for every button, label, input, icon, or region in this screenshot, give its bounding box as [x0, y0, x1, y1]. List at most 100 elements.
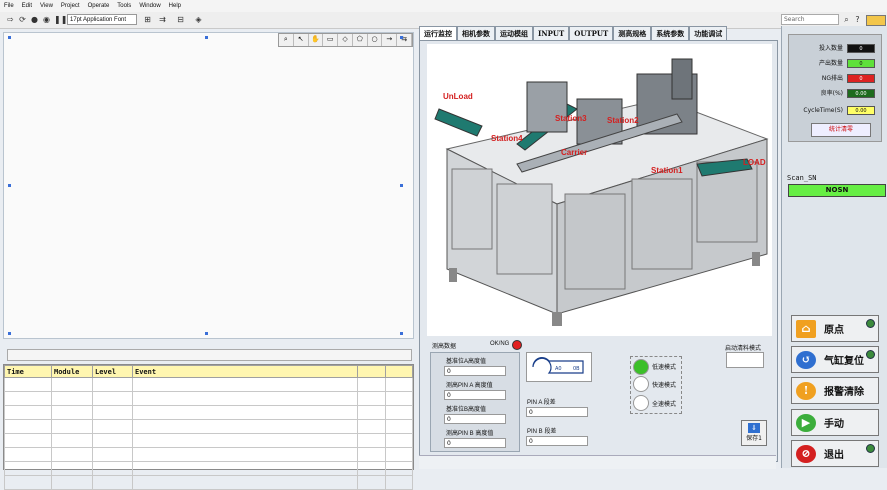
selection-handle[interactable]	[205, 332, 208, 335]
stop-icon: ⊘	[796, 444, 816, 463]
label-carrier: Carrier	[561, 148, 588, 157]
mode-fast-radio[interactable]	[633, 376, 649, 392]
pin-b-diff-value[interactable]: 0	[526, 436, 588, 446]
measure-title: 测高数据	[432, 344, 457, 350]
selection-handle[interactable]	[8, 184, 11, 187]
menu-project[interactable]: Project	[57, 3, 84, 9]
alarm-clear-button[interactable]: ! 报警清除	[791, 377, 879, 404]
count-ng-row: NG排出 0	[789, 73, 881, 84]
reorder-icon[interactable]: ◈	[194, 15, 203, 24]
tab-input[interactable]: INPUT	[533, 26, 570, 40]
table-row[interactable]	[4, 405, 413, 420]
search-icon[interactable]: ⌕	[842, 15, 851, 24]
svg-text:0B: 0B	[573, 366, 580, 372]
table-row[interactable]	[4, 419, 413, 434]
count-ng-value: 0	[847, 74, 875, 83]
font-select[interactable]: 17pt Application Font	[67, 14, 137, 25]
pin-b-value[interactable]: 0	[444, 438, 506, 448]
tab-system-params[interactable]: 系统参数	[651, 26, 690, 40]
mode-full-radio[interactable]	[633, 395, 649, 411]
menu-operate[interactable]: Operate	[84, 3, 114, 9]
count-output-value: 0	[847, 59, 875, 68]
polygon-icon[interactable]: ⬠	[353, 34, 368, 46]
status-strip	[419, 455, 776, 469]
image-display[interactable]	[3, 32, 414, 339]
clear-mode-toggle[interactable]	[726, 352, 764, 368]
stop-icon[interactable]: ◉	[42, 15, 51, 24]
selection-handle[interactable]	[8, 36, 11, 39]
count-cycle-value: 0.00	[847, 106, 875, 115]
base-b-value[interactable]: 0	[444, 414, 506, 424]
stat-clear-button[interactable]: 统计清零	[811, 123, 871, 137]
selection-handle[interactable]	[400, 332, 403, 335]
tab-run-monitor[interactable]: 运行监控	[419, 26, 457, 40]
event-log-table: Time Module Level Event	[3, 364, 414, 490]
menu-view[interactable]: View	[36, 3, 57, 9]
table-row[interactable]	[4, 377, 413, 392]
tab-function-debug[interactable]: 功能调试	[689, 26, 728, 40]
table-row[interactable]	[4, 391, 413, 406]
abort-icon[interactable]: ●	[30, 15, 39, 24]
tab-camera-params[interactable]: 相机参数	[457, 26, 495, 40]
count-ng-label: NG排出	[821, 75, 843, 82]
manual-label: 手动	[824, 419, 844, 430]
exit-button[interactable]: ⊘ 退出	[791, 440, 879, 467]
rotated-rect-icon[interactable]: ◇	[338, 34, 353, 46]
table-row[interactable]	[4, 447, 413, 462]
mode-low-radio[interactable]	[633, 359, 649, 375]
help-icon[interactable]: ?	[853, 15, 862, 24]
selection-handle[interactable]	[8, 332, 11, 335]
count-cycle-row: CycleTime(S) 0.00	[789, 105, 881, 116]
run-arrow-icon[interactable]: ⇨	[6, 15, 15, 24]
selection-handle[interactable]	[400, 36, 403, 39]
line-icon[interactable]: →	[382, 34, 398, 46]
rectangle-icon[interactable]: ▭	[323, 34, 339, 46]
base-a-label: 基准位A高度值	[446, 359, 487, 365]
home-button[interactable]: ⌂ 原点	[791, 315, 879, 342]
circle-icon[interactable]: ○	[368, 34, 383, 46]
label-station1: Station1	[651, 166, 683, 175]
search-input[interactable]: Search	[781, 14, 839, 25]
pause-icon[interactable]: ❚❚	[54, 15, 67, 24]
menu-file[interactable]: File	[0, 3, 18, 9]
pin-a-diff-label: PIN A 段差	[527, 400, 556, 406]
run-continuous-icon[interactable]: ⟳	[18, 15, 27, 24]
cylinder-reset-button[interactable]: ↺ 气缸复位	[791, 346, 879, 373]
svg-text:A0: A0	[555, 366, 562, 372]
distribute-icon[interactable]: ⇉	[158, 15, 167, 24]
menu-edit[interactable]: Edit	[18, 3, 36, 9]
count-input-value: 0	[847, 44, 875, 53]
manual-button[interactable]: ▶ 手动	[791, 409, 879, 436]
count-yield-label: 良率(%)	[820, 90, 843, 97]
table-row[interactable]	[4, 475, 413, 490]
selection-handle[interactable]	[205, 36, 208, 39]
base-a-value[interactable]: 0	[444, 366, 506, 376]
resize-icon[interactable]: ⊟	[176, 15, 185, 24]
save-button[interactable]: ⇓ 保存1	[741, 420, 767, 446]
menu-help[interactable]: Help	[165, 3, 185, 9]
menu-tools[interactable]: Tools	[113, 3, 135, 9]
menu-window[interactable]: Window	[135, 3, 164, 9]
label-unload: UnLoad	[443, 92, 473, 101]
align-icon[interactable]: ⊞	[143, 15, 152, 24]
play-icon: ▶	[796, 413, 816, 432]
selection-handle[interactable]	[400, 184, 403, 187]
table-row[interactable]	[4, 461, 413, 476]
horizontal-scrollbar[interactable]	[7, 349, 412, 361]
pin-a-value[interactable]: 0	[444, 390, 506, 400]
pin-b-diff-label: PIN B 段差	[527, 429, 557, 435]
okng-label: OK/NG	[490, 341, 510, 347]
tab-motion-module[interactable]: 运动模组	[495, 26, 533, 40]
zoom-icon[interactable]: ⌕	[279, 34, 294, 46]
tab-height-spec[interactable]: 测高规格	[613, 26, 652, 40]
tab-output[interactable]: OUTPUT	[569, 26, 614, 40]
pin-a-diff-value[interactable]: 0	[526, 407, 588, 417]
pointer-icon[interactable]: ↖	[294, 34, 309, 46]
tab-bar: 运行监控 相机参数 运动模组 INPUT OUTPUT 测高规格 系统参数 功能…	[419, 26, 728, 40]
exit-led	[866, 444, 875, 453]
col-extra	[384, 365, 413, 378]
alarm-clear-label: 报警清除	[824, 387, 864, 398]
reset-icon: ↺	[796, 350, 816, 369]
table-row[interactable]	[4, 433, 413, 448]
pan-icon[interactable]: ✋	[309, 34, 324, 46]
